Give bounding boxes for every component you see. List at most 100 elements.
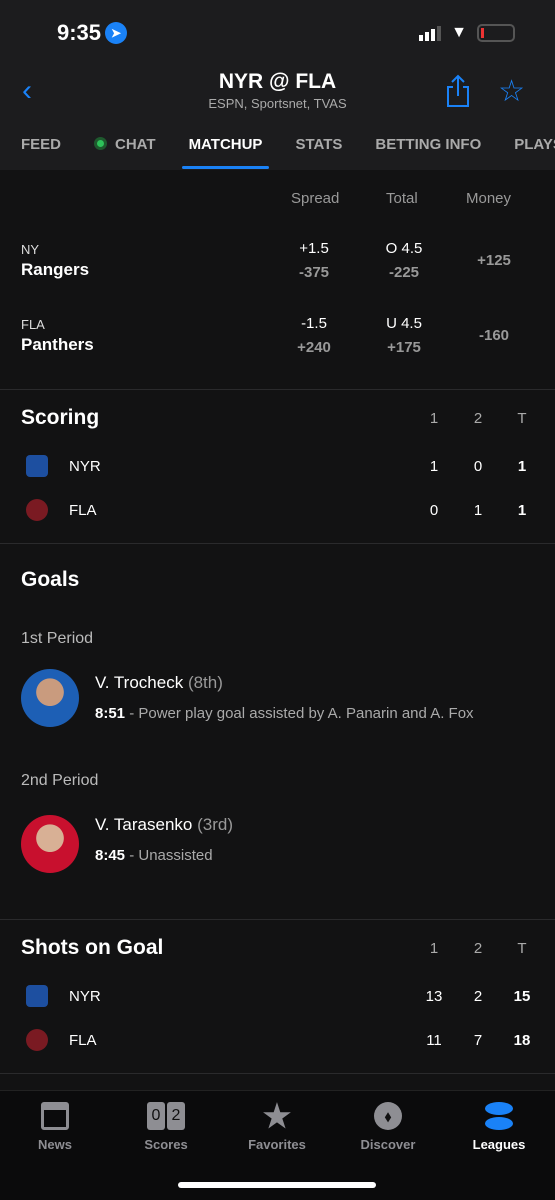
team-name: Rangers (21, 260, 90, 279)
total-header: T (517, 940, 527, 957)
team-abbr: FLA (69, 1032, 97, 1049)
moneyline: -160 (478, 327, 510, 344)
nav-favorites[interactable]: ★ Favorites (227, 1098, 327, 1152)
goal-count: (8th) (187, 673, 223, 692)
status-icons: ▼ (419, 24, 515, 42)
nav-label: Scores (144, 1137, 188, 1152)
period-header: 1 (429, 410, 439, 427)
period-header: 1 (429, 940, 439, 957)
tab-plays[interactable]: PLAYS (514, 136, 555, 153)
goal-description: 8:45 - Unassisted (95, 847, 213, 864)
tab-stats[interactable]: STATS (295, 136, 342, 153)
shots: 11 (426, 1032, 442, 1049)
battery-icon (477, 24, 515, 42)
goals-section: Goals 1st Period V. Trocheck (8th) 8:51 … (0, 544, 555, 920)
player-avatar[interactable] (21, 815, 79, 873)
wifi-icon: ▼ (451, 24, 467, 41)
total-header: T (517, 410, 527, 427)
period-header: 2 (473, 410, 483, 427)
header: 9:35 ➤ ▼ ‹ NYR @ FLA ESPN, Sportsnet, TVA… (0, 0, 555, 170)
nav-label: Discover (360, 1137, 416, 1152)
odds-section: Spread Total Money NY Rangers +1.5 -375 … (0, 170, 555, 390)
star-icon: ★ (262, 1098, 292, 1134)
shots-section: Shots on Goal 1 2 T NYR 13 2 15 FLA 11 7… (0, 920, 555, 1074)
nav-label: Leagues (472, 1137, 526, 1152)
scoring-section: Scoring 1 2 T NYR 1 0 1 FLA 0 1 1 (0, 390, 555, 544)
player: V. Trocheck (95, 673, 184, 692)
goal-time: 8:51 (95, 705, 126, 722)
news-icon (5, 1101, 105, 1131)
score: 1 (429, 458, 439, 475)
total-score: 1 (517, 502, 527, 519)
total-shots: 18 (513, 1032, 531, 1049)
section-title: Goals (21, 568, 80, 591)
nav-leagues[interactable]: Leagues (449, 1101, 549, 1152)
tab-feed[interactable]: FEED (21, 136, 61, 153)
nav-label: Favorites (248, 1137, 306, 1152)
status-bar: 9:35 ➤ (57, 20, 128, 46)
favorite-star-icon[interactable]: ☆ (498, 74, 525, 109)
moneyline: +125 (477, 252, 511, 269)
total: O 4.5 (385, 240, 423, 257)
broadcast-networks: ESPN, Sportsnet, TVAS (208, 96, 347, 111)
team-abbr: FLA (69, 502, 97, 519)
total-odds: -225 (388, 264, 420, 281)
shots: 2 (473, 988, 483, 1005)
nav-label: News (38, 1137, 72, 1152)
share-icon[interactable] (445, 74, 471, 113)
section-title: Shots on Goal (21, 936, 164, 959)
spread: +1.5 (299, 240, 329, 257)
goal-time: 8:45 (95, 847, 126, 864)
nav-discover[interactable]: ⬧ Discover (338, 1101, 438, 1152)
home-indicator[interactable] (178, 1182, 376, 1188)
nav-news[interactable]: News (5, 1101, 105, 1152)
total-odds: +175 (387, 339, 421, 356)
nyr-logo-icon (26, 985, 48, 1007)
tab-matchup[interactable]: MATCHUP (181, 136, 270, 169)
tab-bar: FEED CHAT MATCHUP STATS BETTING INFO PLA… (21, 136, 555, 169)
spread-odds: +240 (297, 339, 331, 356)
score: 1 (473, 502, 483, 519)
total: U 4.5 (386, 315, 422, 332)
player-name[interactable]: V. Trocheck (8th) (95, 673, 223, 693)
shots: 7 (473, 1032, 483, 1049)
spread: -1.5 (301, 315, 327, 332)
clock: 9:35 (57, 20, 102, 45)
page-title: NYR @ FLA (218, 70, 337, 93)
scores-icon: 02 (116, 1101, 216, 1131)
signal-icon (419, 25, 442, 41)
player-name[interactable]: V. Tarasenko (3rd) (95, 815, 233, 835)
bottom-tab-bar: News 0 2 Scores ★ Favorites ⬧ Discover Leagu… (0, 1090, 555, 1200)
goal-detail: - Unassisted (125, 847, 213, 864)
team-abbr: NYR (69, 458, 101, 475)
compass-icon: ⬧ (338, 1101, 438, 1131)
player: V. Tarasenko (95, 815, 193, 834)
total-score: 1 (517, 458, 527, 475)
shots: 13 (425, 988, 443, 1005)
score: 0 (473, 458, 483, 475)
spread-odds: -375 (298, 264, 330, 281)
tab-label: CHAT (115, 136, 156, 153)
goal-count: (3rd) (197, 815, 233, 834)
period-header: 2 (473, 940, 483, 957)
spread-header: Spread (291, 190, 340, 207)
location-icon: ➤ (105, 22, 128, 44)
fla-logo-icon (26, 1029, 48, 1051)
fla-logo-icon (26, 499, 48, 521)
leagues-icon (449, 1101, 549, 1131)
tab-betting-info[interactable]: BETTING INFO (375, 136, 481, 153)
goal-description: 8:51 - Power play goal assisted by A. Pa… (95, 705, 474, 722)
total-header: Total (386, 190, 418, 207)
period-label: 1st Period (21, 630, 94, 647)
team-city: NY (21, 242, 40, 257)
period-label: 2nd Period (21, 772, 99, 789)
score: 0 (429, 502, 439, 519)
team-abbr: NYR (69, 988, 101, 1005)
section-title: Scoring (21, 406, 100, 429)
player-avatar[interactable] (21, 669, 79, 727)
money-header: Money (466, 190, 512, 207)
goal-detail: - Power play goal assisted by A. Panarin… (125, 705, 474, 722)
tab-chat[interactable]: CHAT (94, 136, 156, 153)
team-name: Panthers (21, 335, 94, 354)
nav-scores[interactable]: 0 2 Scores (116, 1101, 216, 1152)
